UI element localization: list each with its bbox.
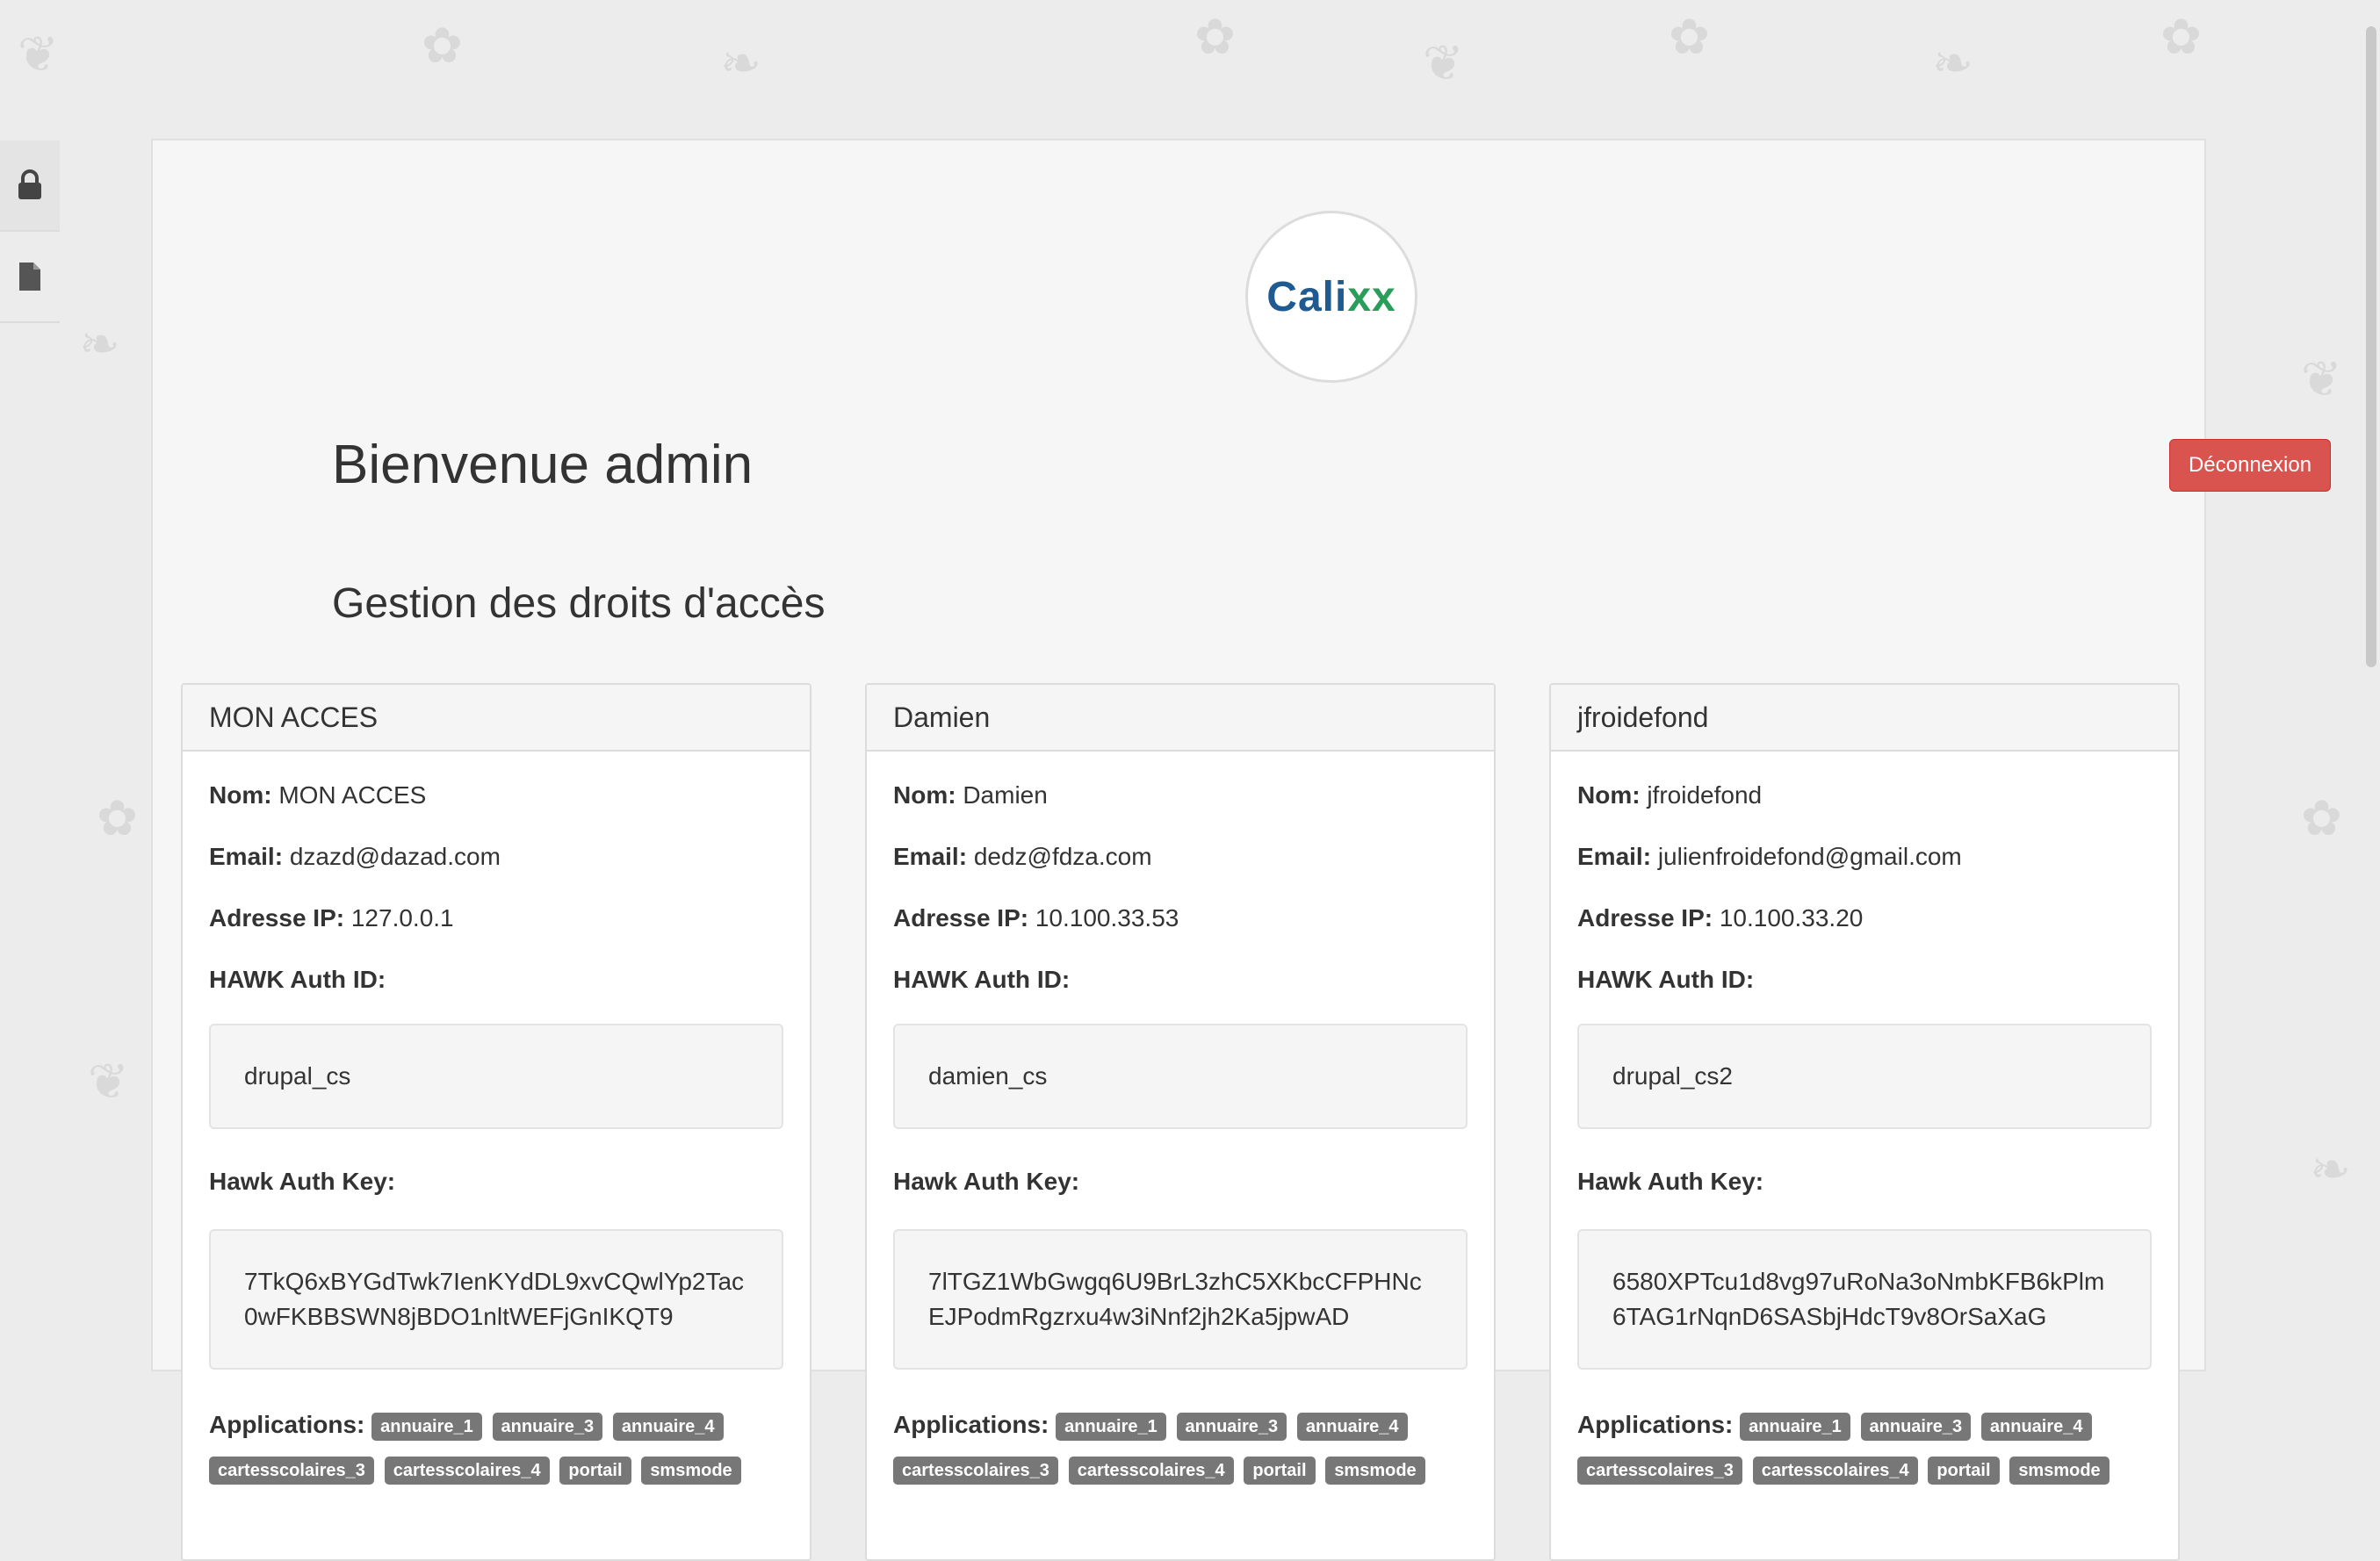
email-field: Email: julienfroidefond@gmail.com (1577, 843, 1962, 870)
app-badge: annuaire_3 (1176, 1412, 1287, 1441)
app-badge: cartesscolaires_4 (1752, 1456, 1918, 1485)
app-badge: smsmode (1325, 1456, 1425, 1485)
calixx-logo: Calixx (1245, 211, 1417, 383)
card-title: Damien (867, 685, 1494, 752)
app-badge: smsmode (2009, 1456, 2110, 1485)
app-badge: annuaire_4 (1296, 1412, 1408, 1441)
page-scrollbar[interactable] (2361, 0, 2380, 1357)
access-card: Damien Nom: Damien Email: dedz@fdza.com … (865, 683, 1496, 1561)
app-badge: annuaire_3 (1860, 1412, 1972, 1441)
app-badge: cartesscolaires_3 (209, 1456, 374, 1485)
ip-field: Adresse IP: 127.0.0.1 (209, 904, 454, 932)
hawk-id-label: HAWK Auth ID: (893, 966, 1071, 993)
app-badge: annuaire_1 (1740, 1412, 1850, 1441)
ip-field: Adresse IP: 10.100.33.53 (893, 904, 1179, 932)
hawk-key-value: 7TkQ6xBYGdTwk7IenKYdDL9xvCQwlYp2Tac0wFKB… (209, 1229, 783, 1370)
page-title: Bienvenue admin (332, 435, 754, 495)
access-card: MON ACCES Nom: MON ACCES Email: dzazd@da… (181, 683, 811, 1561)
hawk-key-value: 6580XPTcu1d8vg97uRoNa3oNmbKFB6kPlm6TAG1r… (1577, 1229, 2152, 1370)
app-badge: portail (1244, 1456, 1316, 1485)
lock-icon (18, 169, 41, 199)
app-badge: smsmode (641, 1456, 741, 1485)
card-title: MON ACCES (183, 685, 810, 752)
name-field: Nom: jfroidefond (1577, 781, 1763, 809)
app-badge: annuaire_4 (612, 1412, 724, 1441)
card-title: jfroidefond (1551, 685, 2178, 752)
scrollbar-thumb[interactable] (2366, 26, 2376, 667)
hawk-id-label: HAWK Auth ID: (209, 966, 386, 993)
app-badge: portail (559, 1456, 631, 1485)
app-badge: cartesscolaires_3 (893, 1456, 1058, 1485)
side-tab-file[interactable] (0, 230, 60, 323)
hawk-key-label: Hawk Auth Key: (209, 1168, 396, 1195)
hawk-key-label: Hawk Auth Key: (1577, 1168, 1764, 1195)
email-field: Email: dzazd@dazad.com (209, 843, 501, 870)
app-badge: annuaire_1 (1056, 1412, 1166, 1441)
hawk-id-value: drupal_cs (209, 1024, 783, 1129)
hawk-key-value: 7lTGZ1WbGwgq6U9BrL3zhC5XKbcCFPHNcEJPodmR… (893, 1229, 1468, 1370)
applications-list: Applications: annuaire_1 annuaire_3 annu… (1577, 1403, 2157, 1491)
name-field: Nom: Damien (893, 781, 1048, 809)
email-field: Email: dedz@fdza.com (893, 843, 1152, 870)
side-tab-strip (0, 140, 60, 323)
app-badge: annuaire_3 (492, 1412, 603, 1441)
logout-button[interactable]: Déconnexion (2169, 439, 2331, 492)
app-badge: cartesscolaires_3 (1577, 1456, 1742, 1485)
hawk-id-value: drupal_cs2 (1577, 1024, 2152, 1129)
side-tab-lock[interactable] (0, 140, 60, 230)
app-badge: portail (1928, 1456, 2000, 1485)
name-field: Nom: MON ACCES (209, 781, 427, 809)
hawk-id-value: damien_cs (893, 1024, 1468, 1129)
access-card: jfroidefond Nom: jfroidefond Email: juli… (1549, 683, 2180, 1561)
applications-list: Applications: annuaire_1 annuaire_3 annu… (209, 1403, 789, 1491)
applications-list: Applications: annuaire_1 annuaire_3 annu… (893, 1403, 1473, 1491)
app-badge: annuaire_4 (1980, 1412, 2092, 1441)
main-panel: Calixx Bienvenue admin Déconnexion Gesti… (151, 139, 2331, 1561)
app-badge: cartesscolaires_4 (1068, 1456, 1234, 1485)
hawk-id-label: HAWK Auth ID: (1577, 966, 1755, 993)
ip-field: Adresse IP: 10.100.33.20 (1577, 904, 1864, 932)
hawk-key-label: Hawk Auth Key: (893, 1168, 1080, 1195)
file-icon (19, 263, 40, 291)
app-badge: cartesscolaires_4 (384, 1456, 550, 1485)
app-badge: annuaire_1 (371, 1412, 482, 1441)
section-title: Gestion des droits d'accès (332, 580, 826, 627)
